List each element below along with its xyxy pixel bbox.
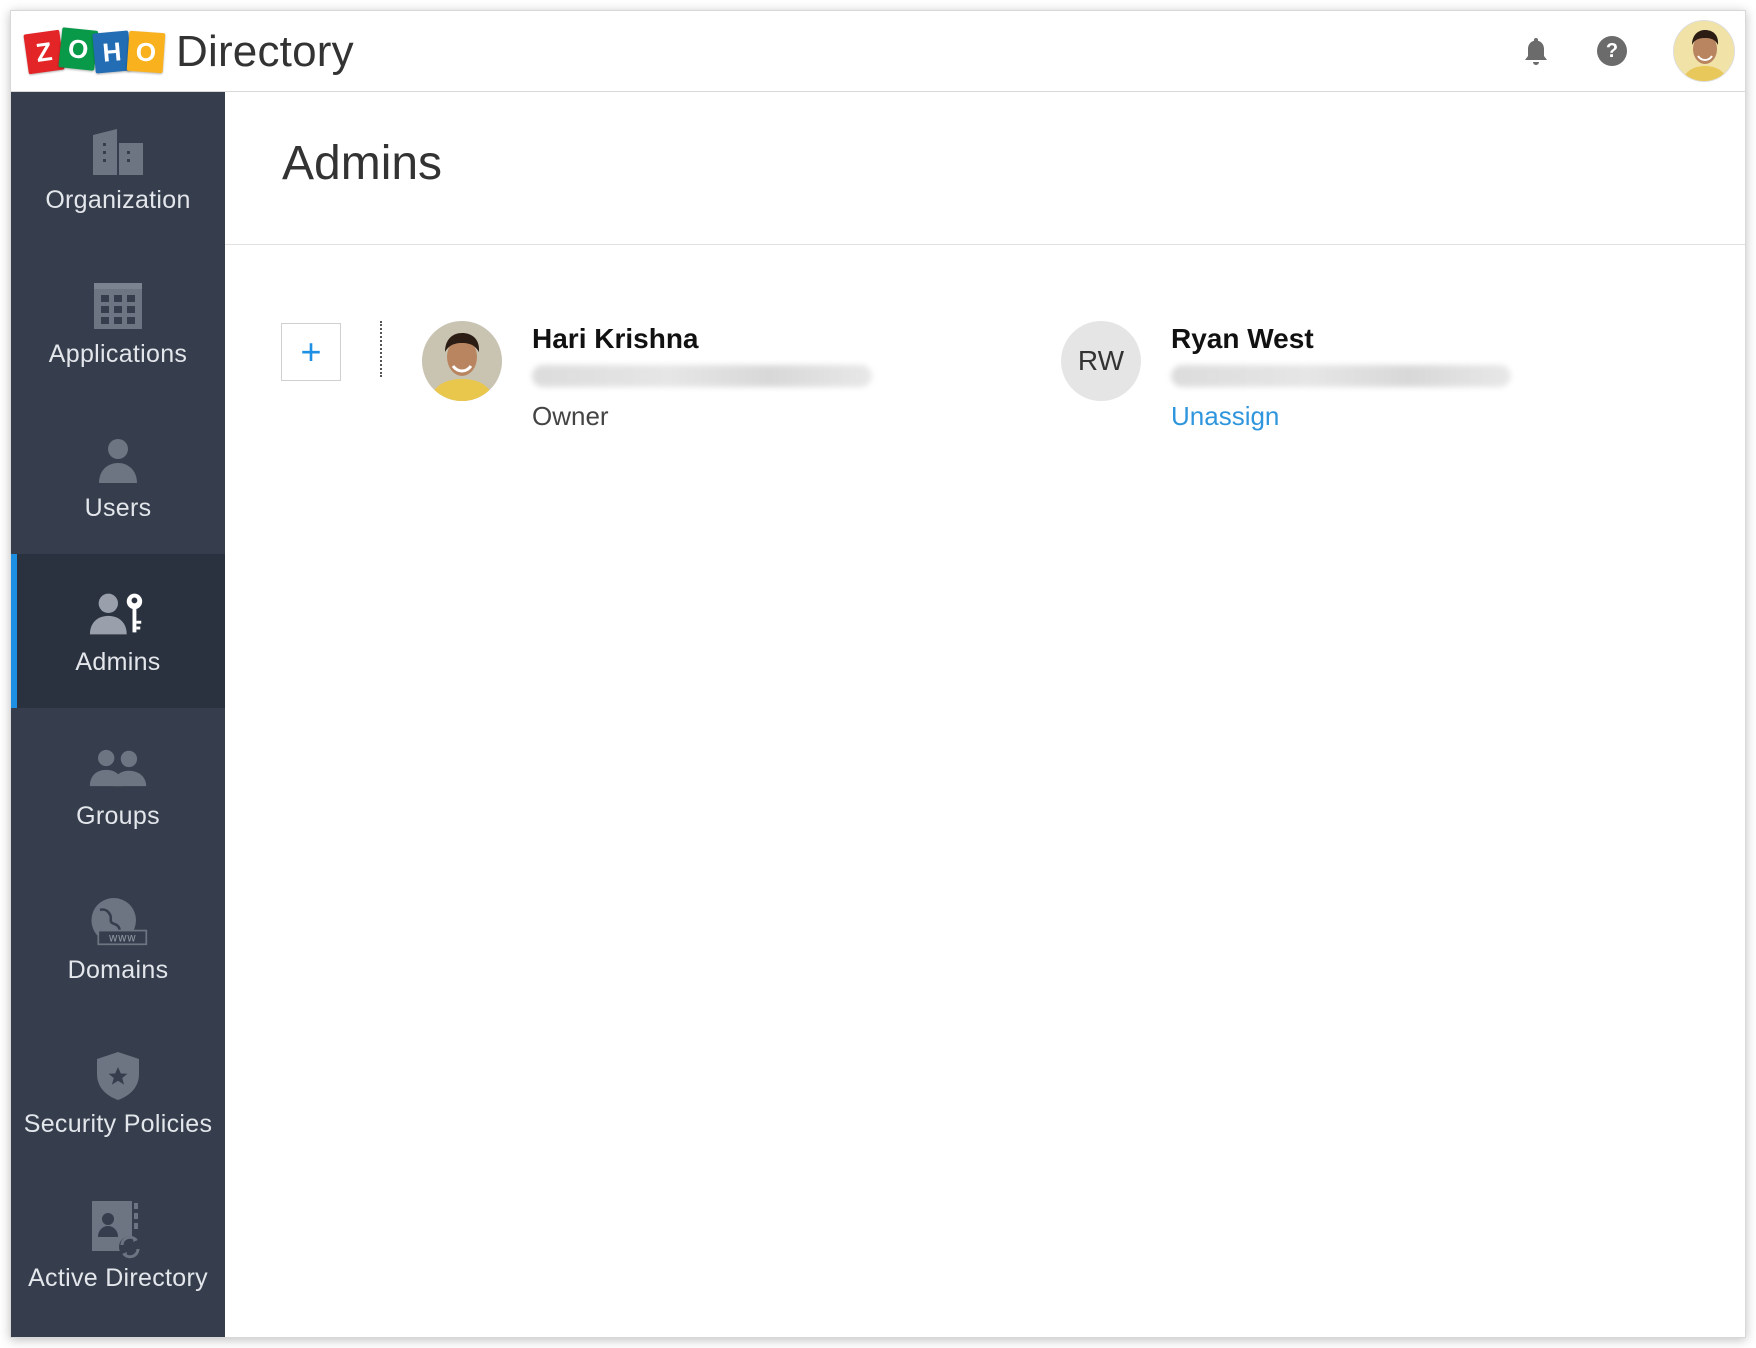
sidebar-item-label: Domains	[67, 955, 169, 984]
svg-text:www: www	[109, 931, 136, 944]
sidebar-item-groups[interactable]: Groups	[11, 708, 225, 862]
sidebar-item-label: Users	[84, 493, 152, 522]
sidebar-item-label: Security Policies	[23, 1109, 213, 1138]
sidebar-item-admins[interactable]: Admins	[11, 554, 225, 708]
logo-letter-h: H	[92, 30, 132, 74]
logo-letter-z: Z	[23, 29, 65, 75]
admin-info: Ryan West Unassign	[1171, 323, 1531, 432]
admin-avatar: RW	[1061, 321, 1141, 401]
sidebar-item-label: Organization	[45, 185, 191, 214]
admin-info: Hari Krishna Owner	[532, 323, 892, 432]
top-header: Z O H O Directory ?	[11, 11, 1745, 92]
unassign-link[interactable]: Unassign	[1171, 401, 1531, 432]
admin-email-redacted	[532, 365, 872, 387]
sidebar-item-active-directory[interactable]: Active Directory	[11, 1170, 225, 1324]
title-divider	[225, 244, 1745, 245]
shield-star-icon	[88, 1048, 148, 1104]
app-window: Z O H O Directory ? Organization Applica…	[10, 10, 1746, 1338]
sidebar-item-label: Admins	[75, 647, 161, 676]
logo-letter-o2: O	[126, 30, 166, 74]
help-icon[interactable]: ?	[1597, 36, 1627, 66]
admin-role: Owner	[532, 401, 609, 431]
main-content: Admins + Hari Krishna Owner RW Ryan West…	[225, 92, 1745, 1337]
sidebar-item-organization[interactable]: Organization	[11, 92, 225, 246]
zoho-logo[interactable]: Z O H O Directory	[23, 24, 354, 80]
app-title: Directory	[176, 27, 354, 76]
add-admin-button[interactable]: +	[281, 323, 341, 381]
page-title: Admins	[282, 137, 443, 190]
sidebar-item-label: Active Directory	[28, 1263, 208, 1292]
building-icon	[88, 124, 148, 180]
user-avatar[interactable]	[1673, 20, 1735, 82]
group-icon	[88, 740, 148, 796]
admin-name: Hari Krishna	[532, 323, 699, 354]
admin-email-redacted	[1171, 365, 1511, 387]
sidebar-item-label: Applications	[48, 339, 188, 368]
zoho-logo-tiles: Z O H O	[23, 27, 166, 75]
sidebar-item-security-policies[interactable]: Security Policies	[11, 1016, 225, 1170]
ad-sync-icon	[88, 1200, 148, 1258]
user-icon	[88, 432, 148, 488]
admin-key-icon	[88, 586, 148, 642]
sidebar-item-applications[interactable]: Applications	[11, 246, 225, 400]
sidebar-item-users[interactable]: Users	[11, 400, 225, 554]
header-actions: ?	[1521, 11, 1735, 91]
bell-icon[interactable]	[1521, 36, 1551, 66]
admin-initials: RW	[1077, 345, 1125, 376]
dotted-separator	[380, 321, 382, 377]
globe-www-icon: www	[88, 894, 148, 950]
admin-avatar	[422, 321, 502, 401]
sidebar-item-domains[interactable]: www Domains	[11, 862, 225, 1016]
sidebar-item-label: Groups	[76, 801, 160, 830]
admin-name: Ryan West	[1171, 323, 1314, 354]
grid-icon	[88, 278, 148, 334]
sidebar: Organization Applications Users Admins G…	[11, 92, 225, 1337]
